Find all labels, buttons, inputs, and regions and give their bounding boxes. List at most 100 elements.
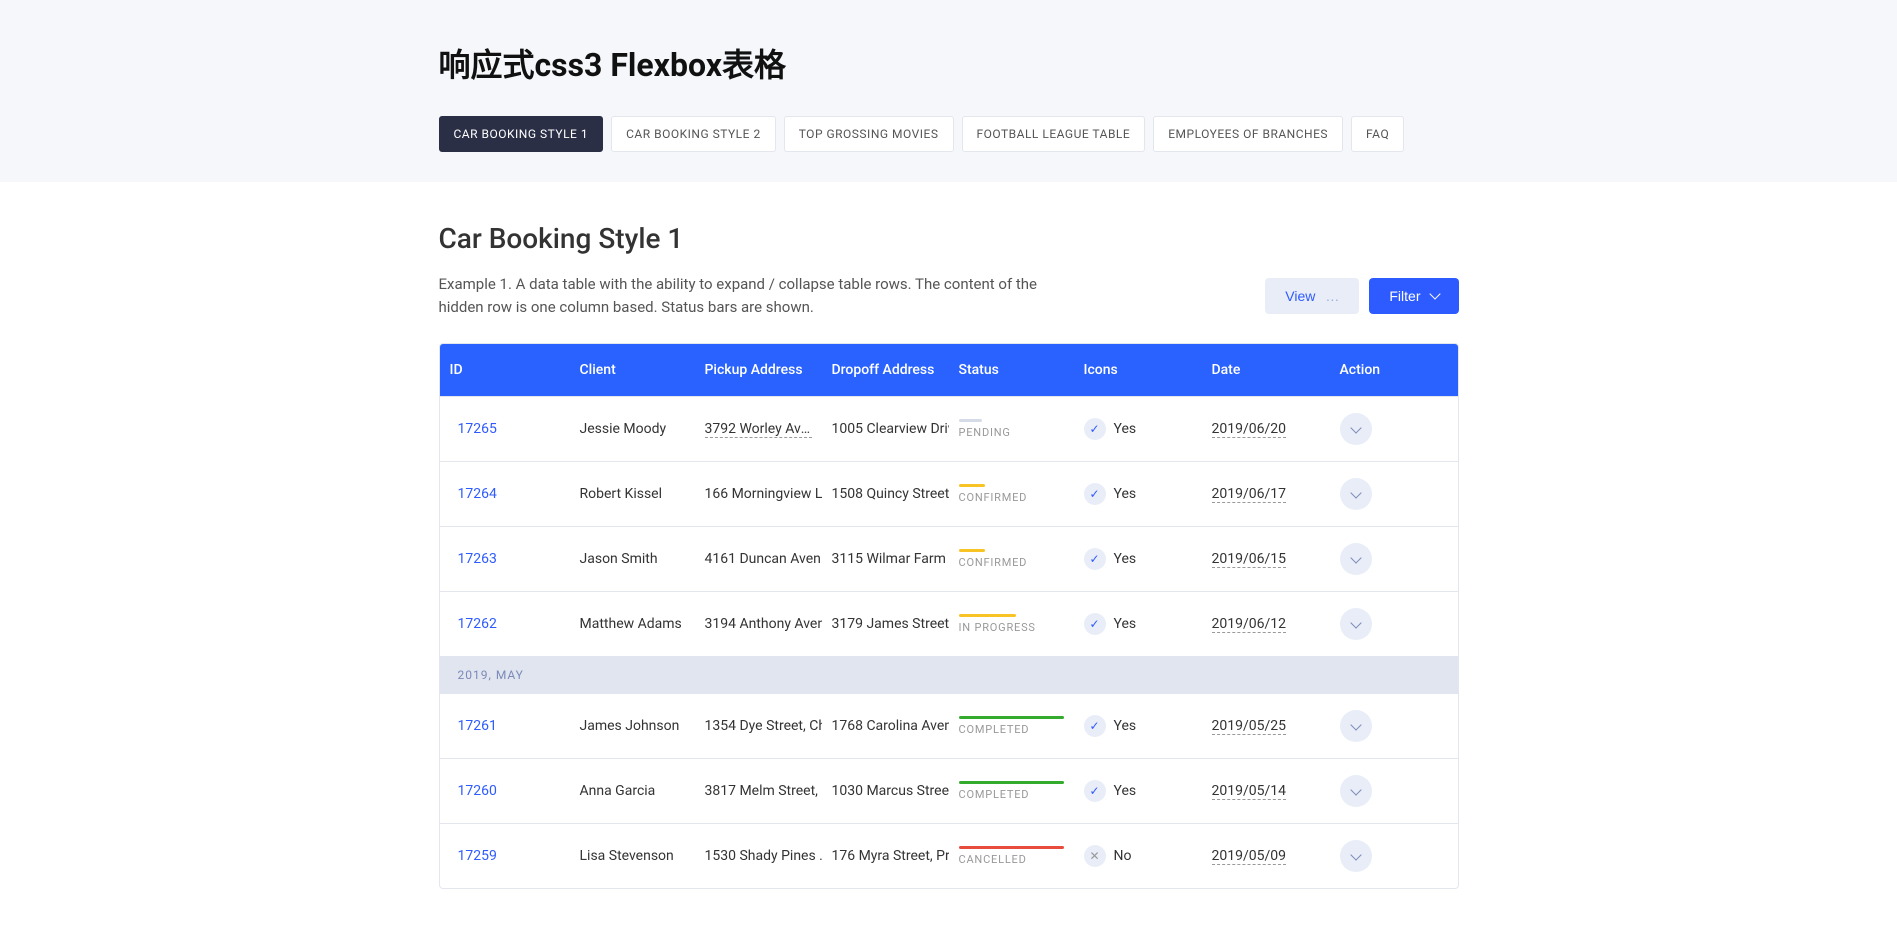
date-link[interactable]: 2019/05/14: [1212, 783, 1287, 800]
header-id: ID: [440, 344, 570, 396]
cell-client: James Johnson: [570, 694, 695, 758]
cell-pickup: 4161 Duncan Aven...: [695, 527, 822, 591]
cell-status: CANCELLED: [949, 824, 1074, 888]
table-row: 17259Lisa Stevenson1530 Shady Pines ...1…: [440, 824, 1458, 888]
cell-client: Matthew Adams: [570, 592, 695, 656]
tab-0[interactable]: CAR BOOKING STYLE 1: [439, 116, 604, 152]
cell-dropoff: 1768 Carolina Aven...: [822, 694, 949, 758]
check-icon: ✓: [1084, 613, 1106, 635]
status-bar: [959, 846, 1064, 849]
date-link[interactable]: 2019/06/15: [1212, 551, 1287, 568]
icon-label: Yes: [1114, 616, 1137, 632]
status-bar: [959, 614, 1017, 617]
date-link[interactable]: 2019/05/09: [1212, 848, 1287, 865]
cell-date: 2019/05/09: [1202, 824, 1330, 888]
booking-id-link[interactable]: 17265: [458, 421, 497, 437]
cell-icons: ✓Yes: [1074, 694, 1202, 758]
cell-dropoff: 1508 Quincy Street,...: [822, 462, 949, 526]
status-bar: [959, 716, 1064, 719]
cell-action: [1330, 592, 1458, 656]
cell-icons: ✓ Yes: [1074, 397, 1202, 461]
booking-id-link[interactable]: 17262: [458, 616, 497, 632]
chevron-down-icon: [1350, 552, 1361, 563]
header-pickup: Pickup Address: [695, 344, 822, 396]
status-text: COMPLETED: [959, 788, 1064, 801]
tab-4[interactable]: EMPLOYEES OF BRANCHES: [1153, 116, 1343, 152]
cell-status: PENDING: [949, 397, 1074, 461]
booking-id-link[interactable]: 17261: [458, 718, 497, 734]
header-action: Action: [1330, 344, 1458, 396]
expand-row-button[interactable]: [1340, 775, 1372, 807]
icon-label: No: [1114, 848, 1132, 864]
status-bar: [959, 484, 985, 487]
cell-id: 17263: [440, 527, 570, 591]
cell-pickup: 3792 Worley Avenu...: [695, 397, 822, 461]
cell-id: 17259: [440, 824, 570, 888]
tab-1[interactable]: CAR BOOKING STYLE 2: [611, 116, 776, 152]
chevron-down-icon: [1350, 617, 1361, 628]
cell-action: [1330, 694, 1458, 758]
cell-client: Jessie Moody: [570, 397, 695, 461]
icon-label: Yes: [1114, 486, 1137, 502]
cell-date: 2019/06/17: [1202, 462, 1330, 526]
cell-client: Jason Smith: [570, 527, 695, 591]
chevron-down-icon: [1350, 849, 1361, 860]
header-dropoff: Dropoff Address: [822, 344, 949, 396]
cell-action: [1330, 527, 1458, 591]
expand-row-button[interactable]: [1340, 543, 1372, 575]
booking-id-link[interactable]: 17263: [458, 551, 497, 567]
check-icon: ✓: [1084, 548, 1106, 570]
table-row: 17265 Jessie Moody 3792 Worley Avenu... 100…: [440, 397, 1458, 462]
status-bar: [959, 549, 985, 552]
cell-icons: ✓Yes: [1074, 462, 1202, 526]
pickup-address-link[interactable]: 3792 Worley Avenu...: [705, 421, 812, 438]
table-row: 17260Anna Garcia3817 Melm Street, ...103…: [440, 759, 1458, 824]
table-subheader: 2019, MAY: [440, 656, 1458, 694]
tab-5[interactable]: FAQ: [1351, 116, 1404, 152]
cell-date: 2019/06/20: [1202, 397, 1330, 461]
cell-status: IN PROGRESS: [949, 592, 1074, 656]
cell-dropoff: 3115 Wilmar Farm ...: [822, 527, 949, 591]
view-button-label: View: [1285, 288, 1315, 304]
cell-pickup: 3194 Anthony Aven...: [695, 592, 822, 656]
expand-row-button[interactable]: [1340, 478, 1372, 510]
view-button[interactable]: View …: [1265, 278, 1359, 314]
status-text: PENDING: [959, 426, 1064, 439]
cell-client: Lisa Stevenson: [570, 824, 695, 888]
date-link[interactable]: 2019/05/25: [1212, 718, 1287, 735]
expand-row-button[interactable]: [1340, 608, 1372, 640]
tab-2[interactable]: TOP GROSSING MOVIES: [784, 116, 954, 152]
filter-button-label: Filter: [1389, 288, 1420, 304]
expand-row-button[interactable]: [1340, 840, 1372, 872]
check-icon: ✓: [1084, 715, 1106, 737]
cell-date: 2019/05/14: [1202, 759, 1330, 823]
expand-row-button[interactable]: [1340, 413, 1372, 445]
table-header-row: ID Client Pickup Address Dropoff Address…: [440, 344, 1458, 397]
booking-id-link[interactable]: 17259: [458, 848, 497, 864]
cell-dropoff: 1030 Marcus Street...: [822, 759, 949, 823]
tab-3[interactable]: FOOTBALL LEAGUE TABLE: [962, 116, 1146, 152]
date-link[interactable]: 2019/06/12: [1212, 616, 1287, 633]
status-text: IN PROGRESS: [959, 621, 1064, 634]
status-bar: [959, 781, 1064, 784]
booking-id-link[interactable]: 17260: [458, 783, 497, 799]
chevron-down-icon: [1350, 719, 1361, 730]
cell-pickup: 3817 Melm Street, ...: [695, 759, 822, 823]
date-link[interactable]: 2019/06/20: [1212, 421, 1287, 438]
cell-status: CONFIRMED: [949, 527, 1074, 591]
status-text: CONFIRMED: [959, 556, 1064, 569]
expand-row-button[interactable]: [1340, 710, 1372, 742]
icon-label: Yes: [1114, 551, 1137, 567]
booking-id-link[interactable]: 17264: [458, 486, 497, 502]
section-description: Example 1. A data table with the ability…: [439, 273, 1049, 318]
filter-button[interactable]: Filter: [1369, 278, 1458, 314]
icon-label: Yes: [1114, 783, 1137, 799]
check-icon: ✓: [1084, 418, 1106, 440]
cell-dropoff: 1005 Clearview Driv...: [822, 397, 949, 461]
date-link[interactable]: 2019/06/17: [1212, 486, 1287, 503]
cell-action: [1330, 824, 1458, 888]
chevron-down-icon: [1350, 422, 1361, 433]
icon-label: Yes: [1114, 421, 1137, 437]
cell-date: 2019/05/25: [1202, 694, 1330, 758]
section-actions: View … Filter: [1265, 278, 1458, 314]
